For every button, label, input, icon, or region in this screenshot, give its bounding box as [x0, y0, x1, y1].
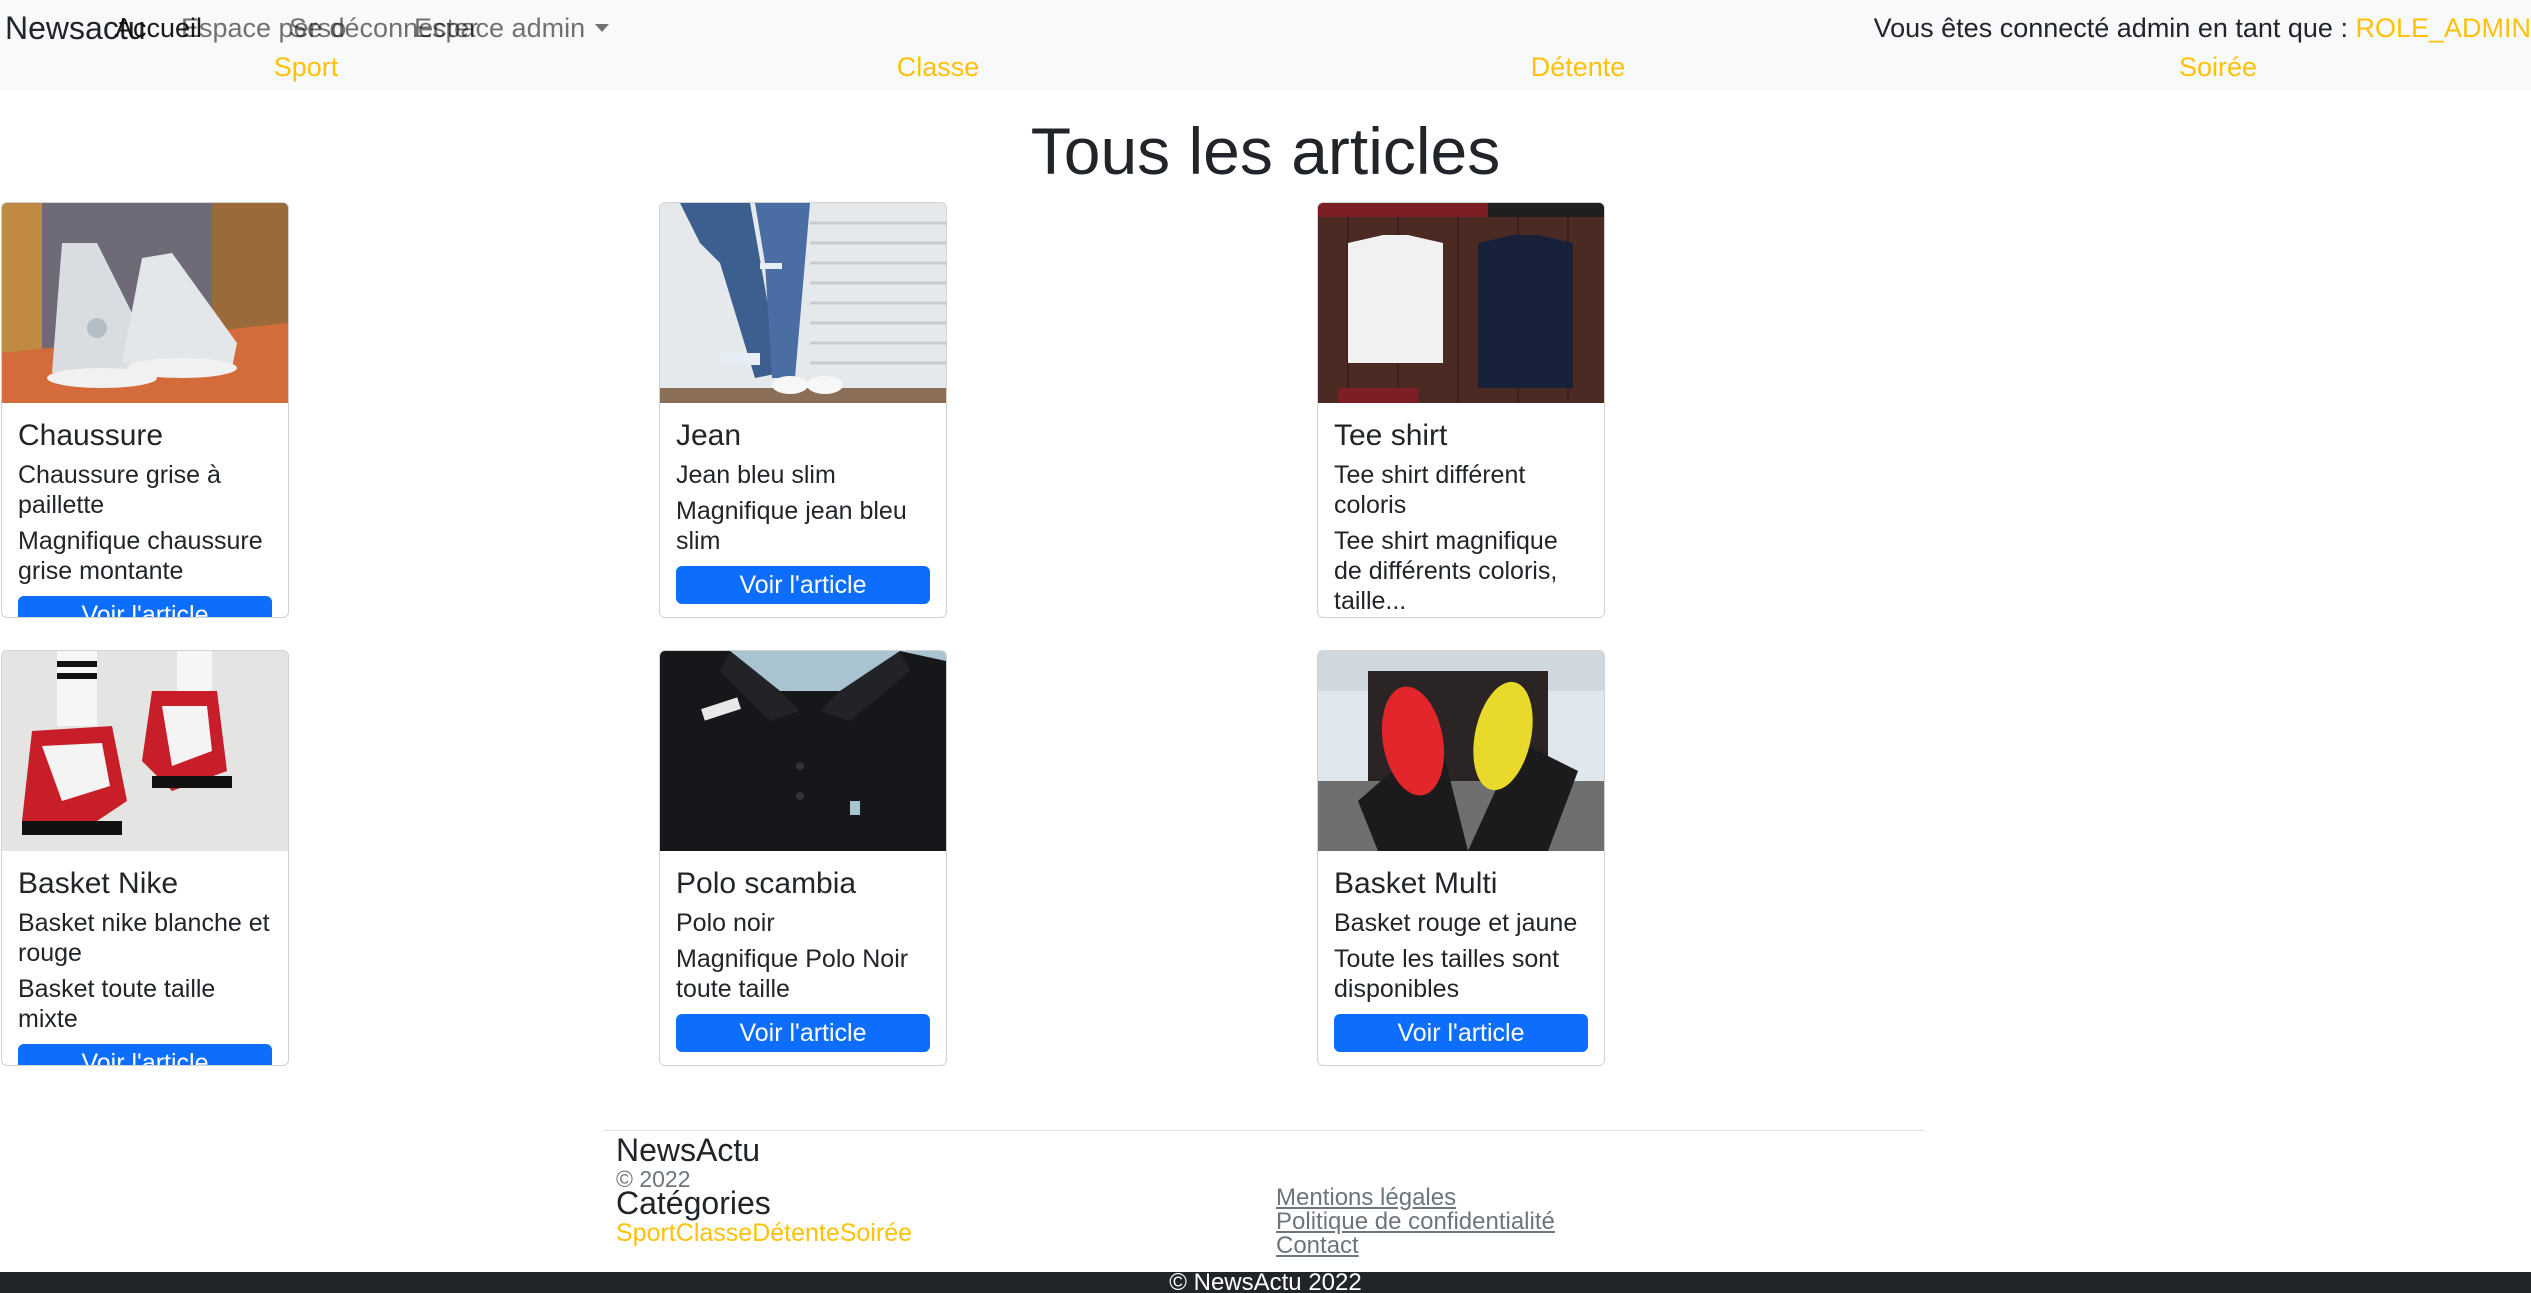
article-description: Magnifique Polo Noir toute taille — [676, 945, 909, 1003]
article-image — [1318, 203, 1604, 403]
article-title: Jean — [676, 419, 742, 452]
nav-dropdown-espace-admin[interactable]: Espace admin — [414, 13, 610, 44]
article-image — [2, 203, 288, 403]
article-image — [2, 651, 288, 851]
article-title: Basket Nike — [18, 867, 179, 900]
footer-categories-title: Catégories — [616, 1185, 771, 1221]
caret-down-icon — [595, 24, 610, 32]
view-article-button[interactable]: Voir l'article — [18, 596, 272, 617]
connected-text: Vous êtes connecté admin en tant que : — [1873, 13, 2356, 43]
view-article-button[interactable]: Voir l'article — [676, 1014, 930, 1052]
bottom-copyright-bar: © NewsActu 2022 — [0, 1271, 2531, 1293]
nav-category-classe[interactable]: Classe — [897, 52, 980, 83]
top-navbar: Newsactu Accueil Espace perso Se déconne… — [0, 0, 2531, 90]
article-subtitle: Tee shirt différent coloris — [1334, 461, 1526, 519]
footer-category-detente[interactable]: Détente — [752, 1219, 840, 1247]
article-subtitle: Jean bleu slim — [676, 461, 836, 489]
article-card: Polo scambia Polo noir Magnifique Polo N… — [659, 650, 947, 1066]
article-description: Magnifique chaussure grise montante — [18, 527, 263, 585]
footer-brand: NewsActu — [616, 1132, 761, 1168]
article-subtitle: Chaussure grise à paillette — [18, 461, 221, 519]
footer-category-sport[interactable]: Sport — [616, 1219, 676, 1247]
article-title: Chaussure — [18, 419, 164, 452]
article-title: Tee shirt — [1334, 419, 1448, 452]
footer-divider — [603, 1130, 1925, 1131]
nav-dropdown-label: Espace admin — [414, 13, 586, 43]
footer-link-mentions[interactable]: Mentions légales — [1276, 1186, 1555, 1210]
article-title: Polo scambia — [676, 867, 857, 900]
nav-category-detente[interactable]: Détente — [1531, 52, 1626, 83]
article-card: Jean Jean bleu slim Magnifique jean bleu… — [659, 202, 947, 618]
view-article-button[interactable]: Voir l'article — [1334, 1014, 1588, 1052]
view-article-button[interactable]: Voir l'article — [18, 1044, 272, 1065]
footer-category-soiree[interactable]: Soirée — [840, 1219, 912, 1247]
article-description: Toute les tailles sont disponibles — [1334, 945, 1560, 1003]
article-subtitle: Polo noir — [676, 909, 775, 937]
article-subtitle: Basket nike blanche et rouge — [18, 909, 270, 967]
view-article-button[interactable]: Voir l'article — [676, 566, 930, 604]
article-subtitle: Basket rouge et jaune — [1334, 909, 1578, 937]
role-badge: ROLE_ADMIN — [2355, 13, 2531, 43]
article-image — [660, 651, 946, 851]
article-card: Basket Nike Basket nike blanche et rouge… — [1, 650, 289, 1066]
nav-category-soiree[interactable]: Soirée — [2179, 52, 2257, 83]
footer-categories: SportClasseDétenteSoirée — [616, 1219, 912, 1248]
article-description: Basket toute taille mixte — [18, 975, 216, 1033]
article-image — [1318, 651, 1604, 851]
article-description: Magnifique jean bleu slim — [676, 497, 907, 555]
nav-category-sport[interactable]: Sport — [274, 52, 339, 83]
footer-links: Mentions légales Politique de confidenti… — [1276, 1186, 1555, 1258]
footer-category-classe[interactable]: Classe — [676, 1219, 752, 1247]
page-title: Tous les articles — [1030, 114, 1501, 188]
article-image — [660, 203, 946, 403]
footer-link-privacy[interactable]: Politique de confidentialité — [1276, 1210, 1555, 1234]
article-card: Basket Multi Basket rouge et jaune Toute… — [1317, 650, 1605, 1066]
connected-status: Vous êtes connecté admin en tant que : R… — [1874, 13, 2531, 44]
article-card: Chaussure Chaussure grise à paillette Ma… — [1, 202, 289, 618]
article-title: Basket Multi — [1334, 867, 1498, 900]
footer-link-contact[interactable]: Contact — [1276, 1234, 1555, 1258]
article-card: Tee shirt Tee shirt différent coloris Te… — [1317, 202, 1605, 618]
article-description: Tee shirt magnifique de différents color… — [1334, 527, 1558, 615]
